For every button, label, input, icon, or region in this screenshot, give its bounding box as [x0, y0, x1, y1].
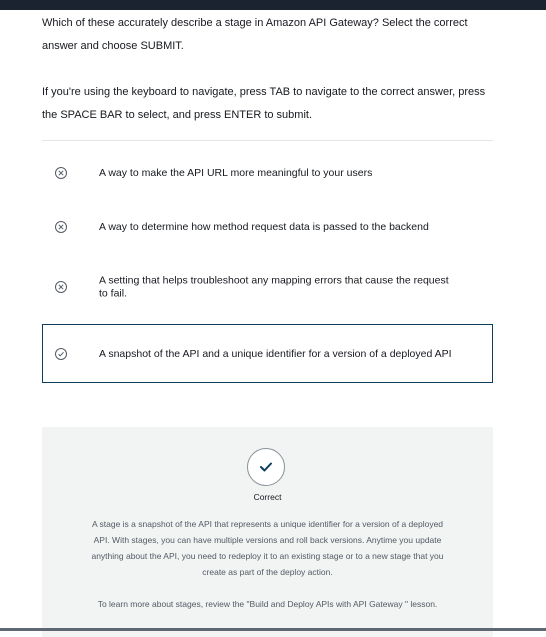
- x-circle-icon: [55, 281, 67, 293]
- feedback-title: Correct: [253, 492, 282, 502]
- answer-option-label: A setting that helps troubleshoot any ma…: [99, 274, 449, 300]
- answer-option-label: A snapshot of the API and a unique ident…: [99, 347, 452, 360]
- answer-option-4[interactable]: A snapshot of the API and a unique ident…: [42, 324, 493, 383]
- answer-option-3[interactable]: A setting that helps troubleshoot any ma…: [42, 262, 493, 312]
- instructions-text: If you're using the keyboard to navigate…: [42, 86, 486, 121]
- feedback-learn-more: To learn more about stages, review the "…: [97, 599, 438, 609]
- check-circle-icon: [55, 347, 67, 360]
- question-text: Which of these accurately describe a sta…: [42, 17, 468, 52]
- x-circle-icon: [55, 221, 67, 233]
- checkmark-icon: [247, 448, 285, 486]
- answer-option-label: A way to make the API URL more meaningfu…: [99, 166, 373, 179]
- answer-option-label: A way to determine how method request da…: [99, 220, 429, 233]
- x-circle-icon: [55, 167, 67, 179]
- answer-option-2[interactable]: A way to determine how method request da…: [42, 205, 493, 249]
- answer-option-1[interactable]: A way to make the API URL more meaningfu…: [42, 151, 493, 195]
- top-bar: [0, 0, 546, 10]
- divider: [42, 140, 493, 141]
- feedback-panel: Correct A stage is a snapshot of the API…: [42, 427, 493, 637]
- feedback-explanation: A stage is a snapshot of the API that re…: [91, 519, 444, 577]
